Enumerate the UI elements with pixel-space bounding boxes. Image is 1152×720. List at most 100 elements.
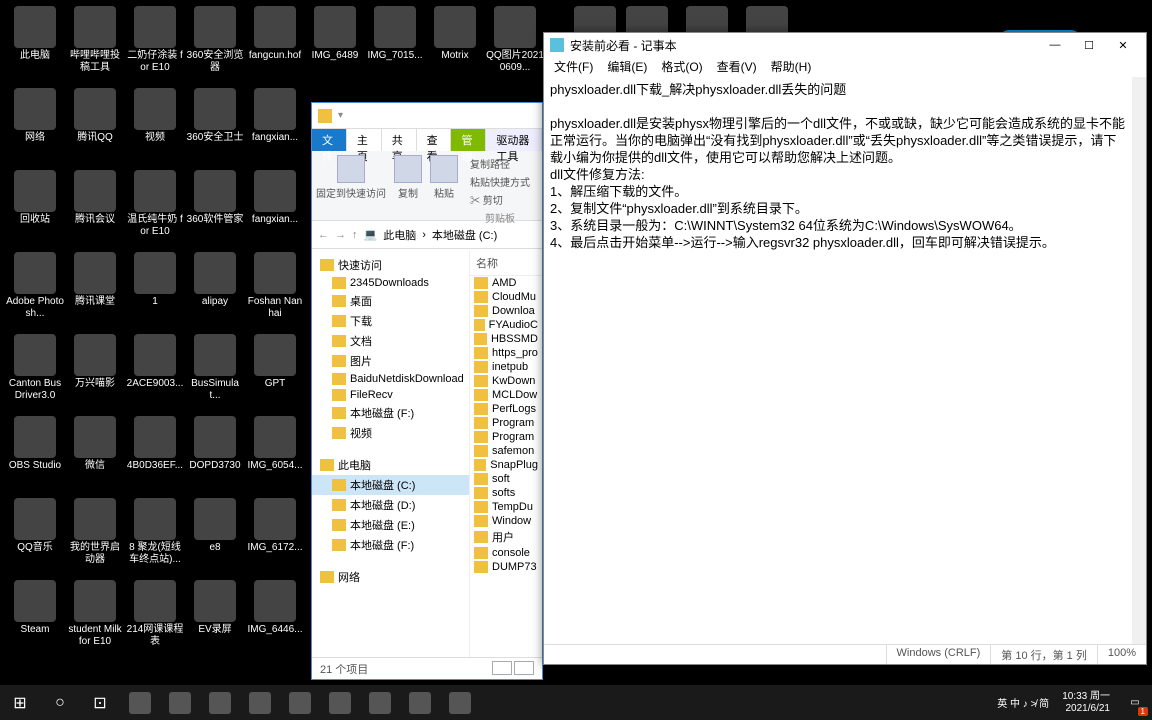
paste-button[interactable]: 粘贴 xyxy=(430,155,458,216)
sidebar-item[interactable]: 文档 xyxy=(312,331,469,351)
desktop-icon[interactable]: QQ图片20210609... xyxy=(486,6,544,74)
taskbar-app-5[interactable] xyxy=(280,685,320,720)
sidebar-item[interactable]: 本地磁盘 (F:) xyxy=(312,535,469,555)
start-button[interactable]: ⊞ xyxy=(0,685,40,720)
sidebar-item[interactable]: 2345Downloads xyxy=(312,275,469,291)
desktop-icon[interactable]: 微信 xyxy=(66,416,124,472)
up-button[interactable]: ↑ xyxy=(352,229,358,241)
desktop-icon[interactable]: student Milk for E10 xyxy=(66,580,124,648)
file-item[interactable]: HBSSMD xyxy=(470,332,542,346)
column-name[interactable]: 名称 xyxy=(470,251,542,276)
tab-home[interactable]: 主页 xyxy=(347,129,382,151)
sidebar-item[interactable]: 快速访问 xyxy=(312,255,469,275)
desktop-icon[interactable]: alipay xyxy=(186,252,244,308)
menu-item[interactable]: 文件(F) xyxy=(548,57,599,77)
sidebar-item[interactable]: 本地磁盘 (D:) xyxy=(312,495,469,515)
file-item[interactable]: Window xyxy=(470,514,542,528)
file-item[interactable]: Program xyxy=(470,430,542,444)
desktop-icon[interactable]: fangxian... xyxy=(246,170,304,226)
desktop-icon[interactable]: 网络 xyxy=(6,88,64,144)
desktop-icon[interactable]: OBS Studio xyxy=(6,416,64,472)
sidebar-item[interactable]: 下载 xyxy=(312,311,469,331)
notepad-content[interactable]: physxloader.dll下载_解决physxloader.dll丢失的问题… xyxy=(544,77,1132,644)
search-button[interactable]: ○ xyxy=(40,685,80,720)
desktop-icon[interactable]: Canton Bus Driver3.0 xyxy=(6,334,64,402)
desktop-icon[interactable]: Steam xyxy=(6,580,64,636)
tab-file[interactable]: 文件 xyxy=(312,129,347,151)
file-item[interactable]: safemon xyxy=(470,444,542,458)
desktop-icon[interactable]: 8 聚龙(短线车终点站)... xyxy=(126,498,184,566)
desktop-icon[interactable]: IMG_6054... xyxy=(246,416,304,472)
file-item[interactable]: FYAudioC xyxy=(470,318,542,332)
desktop-icon[interactable]: 360软件管家 xyxy=(186,170,244,226)
desktop-icon[interactable]: 1 xyxy=(126,252,184,308)
file-item[interactable]: KwDown xyxy=(470,374,542,388)
file-item[interactable]: CloudMu xyxy=(470,290,542,304)
sidebar-item[interactable]: 桌面 xyxy=(312,291,469,311)
menu-item[interactable]: 格式(O) xyxy=(655,57,708,77)
paste-shortcut[interactable]: 粘贴快捷方式 xyxy=(466,173,534,190)
menu-item[interactable]: 查看(V) xyxy=(711,57,763,77)
view-large-icon[interactable] xyxy=(514,661,534,675)
notepad-titlebar[interactable]: 安装前必看 - 记事本 — ☐ ✕ xyxy=(544,33,1146,57)
desktop-icon[interactable]: Adobe Photosh... xyxy=(6,252,64,320)
desktop-icon[interactable]: Motrix xyxy=(426,6,484,62)
desktop-icon[interactable]: 360安全浏览器 xyxy=(186,6,244,74)
sidebar-item[interactable]: BaiduNetdiskDownload xyxy=(312,371,469,387)
desktop-icon[interactable]: 温氏纯牛奶 for E10 xyxy=(126,170,184,238)
desktop-icon[interactable]: IMG_6172... xyxy=(246,498,304,554)
tray-clock[interactable]: 10:33 周一 2021/6/21 xyxy=(1054,691,1118,715)
file-item[interactable]: https_pro xyxy=(470,346,542,360)
taskbar-explorer[interactable] xyxy=(440,685,480,720)
taskbar-app-3[interactable] xyxy=(200,685,240,720)
file-item[interactable]: inetpub xyxy=(470,360,542,374)
desktop-icon[interactable]: fangcun.hof xyxy=(246,6,304,62)
taskbar-app-2[interactable] xyxy=(160,685,200,720)
breadcrumb-drive[interactable]: 本地磁盘 (C:) xyxy=(432,227,497,243)
tray-ime[interactable]: 英 中 ♪ ≯ 简 xyxy=(992,695,1054,710)
desktop-icon[interactable]: 214网课课程表 xyxy=(126,580,184,648)
back-button[interactable]: ← xyxy=(318,229,329,241)
desktop-icon[interactable]: e8 xyxy=(186,498,244,554)
menu-item[interactable]: 编辑(E) xyxy=(601,57,653,77)
desktop-icon[interactable]: 腾讯QQ xyxy=(66,88,124,144)
desktop-icon[interactable]: 我的世界启动器 xyxy=(66,498,124,566)
desktop-icon[interactable]: GPT xyxy=(246,334,304,390)
sidebar-item[interactable]: 本地磁盘 (C:) xyxy=(312,475,469,495)
sidebar-item[interactable]: 视频 xyxy=(312,423,469,443)
explorer-titlebar[interactable]: ▾ xyxy=(312,103,542,129)
desktop-icon[interactable]: DOPD3730 xyxy=(186,416,244,472)
tab-share[interactable]: 共享 xyxy=(382,129,417,151)
taskbar-app-7[interactable] xyxy=(360,685,400,720)
file-item[interactable]: AMD xyxy=(470,276,542,290)
sidebar-item[interactable]: 此电脑 xyxy=(312,455,469,475)
tab-view[interactable]: 查看 xyxy=(417,129,452,151)
desktop-icon[interactable]: BusSimulat... xyxy=(186,334,244,402)
file-item[interactable]: TempDu xyxy=(470,500,542,514)
desktop-icon[interactable]: EV录屏 xyxy=(186,580,244,636)
desktop-icon[interactable]: 万兴喵影 xyxy=(66,334,124,390)
desktop-icon[interactable]: IMG_7015... xyxy=(366,6,424,62)
file-item[interactable]: SnapPlug xyxy=(470,458,542,472)
taskbar-app-8[interactable] xyxy=(400,685,440,720)
cut[interactable]: ✂ 剪切 xyxy=(466,191,534,208)
copy-path[interactable]: 复制路径 xyxy=(466,155,534,172)
sidebar-item[interactable]: 网络 xyxy=(312,567,469,587)
close-button[interactable]: ✕ xyxy=(1106,33,1140,57)
tab-manage[interactable]: 管理 xyxy=(451,129,486,151)
file-item[interactable]: 用户 xyxy=(470,528,542,546)
breadcrumb-pc[interactable]: 此电脑 xyxy=(383,227,416,243)
sidebar-item[interactable]: FileRecv xyxy=(312,387,469,403)
notification-button[interactable]: ▭1 xyxy=(1118,685,1152,720)
taskbar-app-6[interactable] xyxy=(320,685,360,720)
sidebar-item[interactable]: 本地磁盘 (E:) xyxy=(312,515,469,535)
sidebar-item[interactable]: 图片 xyxy=(312,351,469,371)
file-item[interactable]: Downloa xyxy=(470,304,542,318)
scrollbar[interactable] xyxy=(1132,77,1146,644)
tab-drive-tools[interactable]: 驱动器工具 xyxy=(486,129,542,151)
desktop-icon[interactable]: 视频 xyxy=(126,88,184,144)
file-item[interactable]: console xyxy=(470,546,542,560)
desktop-icon[interactable]: 2ACE9003... xyxy=(126,334,184,390)
desktop-icon[interactable]: 4B0D36EF... xyxy=(126,416,184,472)
forward-button[interactable]: → xyxy=(335,229,346,241)
